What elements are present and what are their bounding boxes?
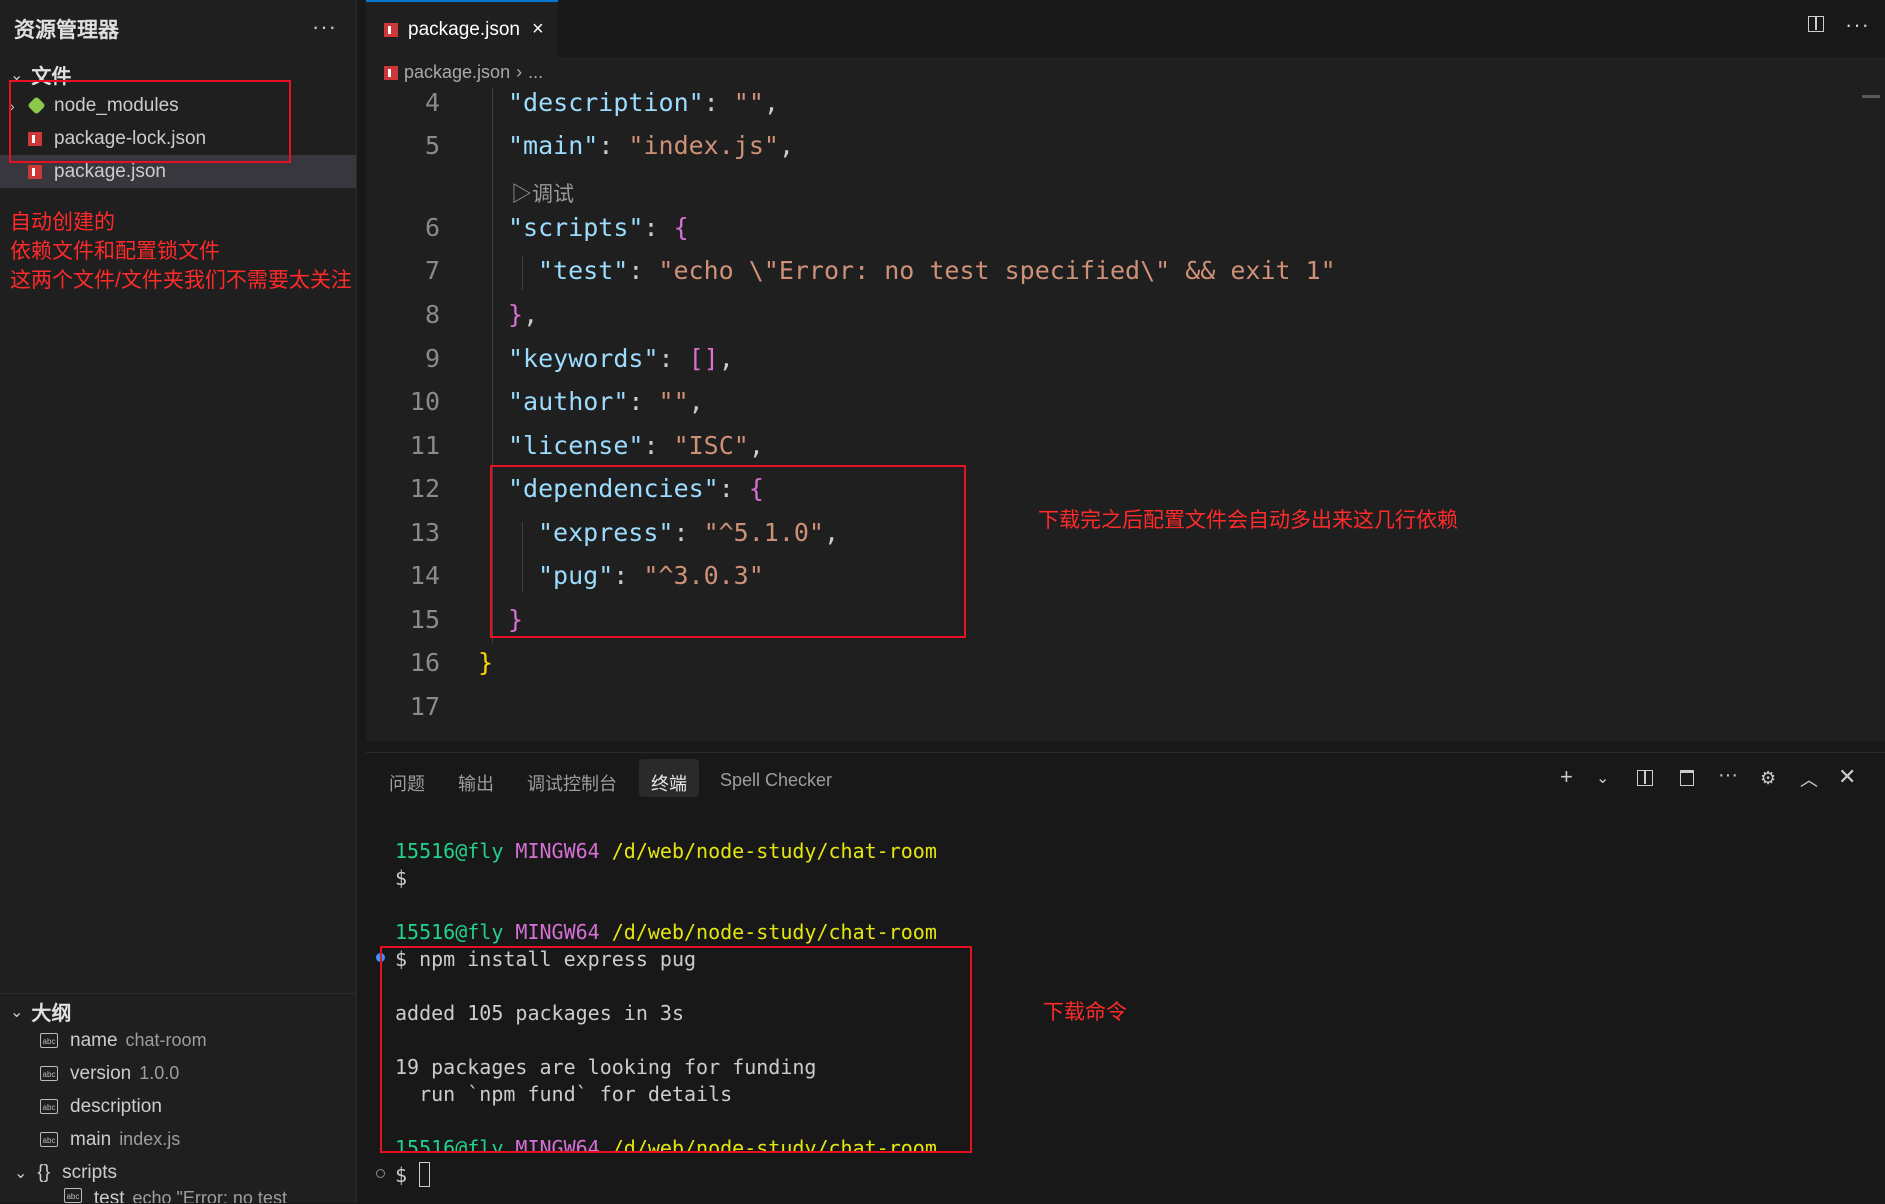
outline-item-scripts[interactable]: ⌄ {} scripts [14,1156,117,1189]
line-number: 5 [424,131,440,160]
tree-item-label: package.json [54,160,166,182]
chevron-right-icon: › [516,62,523,82]
string-icon: abc [40,1033,58,1048]
code-line-6: "scripts": { [508,213,689,242]
line-number: 9 [424,344,440,373]
line-number: 10 [409,387,440,416]
code-line-16: } [478,648,494,677]
terminal-line: 15516@fly MINGW64 /d/web/node-study/chat… [395,839,937,863]
code-line-4: "description": "", [508,88,779,117]
debug-codelens[interactable]: ▷调试 [511,178,574,208]
line-number: 4 [424,88,440,117]
line-number: 8 [424,300,440,329]
maximize-icon[interactable]: ︿ [1800,766,1818,792]
breadcrumb-file[interactable]: package.json [404,62,510,83]
indent-guide [522,256,523,290]
code-line-8: }, [508,300,539,329]
outline-item-main[interactable]: abc main index.js [40,1123,180,1156]
code-line-9: "keywords": [], [508,344,734,373]
tab-package-json[interactable]: package.json × [366,0,558,57]
close-icon[interactable]: × [532,18,544,41]
annotation-box-dependencies [490,465,966,638]
braces-icon: {} [37,1161,51,1183]
line-number: 17 [409,692,440,721]
tab-spell-checker[interactable]: Spell Checker [720,770,832,791]
outline-section-label: 大纲 [31,1003,72,1025]
breadcrumb: package.json › ... [384,62,543,83]
terminal-line: $ [395,866,408,890]
code-line-7: "test": "echo \"Error: no test specified… [538,256,1336,285]
line-number: 13 [409,518,440,547]
editor-tab-bar [366,0,1885,57]
command-decoration-icon[interactable] [376,1169,385,1178]
annotation-note-files: 自动创建的 依赖文件和配置锁文件 这两个文件/文件夹我们不需要太关注 [10,211,352,292]
tab-output[interactable]: 输出 [458,770,494,796]
terminal-line: 15516@fly MINGW64 /d/web/node-study/chat… [395,920,937,944]
annotation-note-dependencies: 下载完之后配置文件会自动多出来这几行依赖 [1038,509,1458,532]
string-icon: abc [64,1188,82,1203]
tab-problems[interactable]: 问题 [389,770,425,796]
string-icon: abc [40,1099,58,1114]
terminal-cursor[interactable] [419,1162,430,1187]
chevron-down-icon[interactable]: ⌄ [1596,768,1609,788]
explorer-sidebar: 资源管理器 ··· ⌄ 文件 › node_modules package-lo… [0,0,357,1203]
annotation-box-command [380,946,972,1153]
chevron-down-icon: ⌄ [14,1164,28,1182]
tab-debug-console[interactable]: 调试控制台 [527,770,617,796]
more-icon[interactable]: ··· [1718,764,1738,787]
string-icon: abc [40,1066,58,1081]
line-number: 12 [409,474,440,503]
terminal-prompt: $ [395,1163,408,1187]
outline-item-name[interactable]: abc name chat-room [40,1024,207,1057]
line-number: 16 [409,648,440,677]
chevron-down-icon: ⌄ [10,1003,24,1021]
outline-item-test[interactable]: abc test echo "Error: no test specifi... [64,1188,356,1203]
string-icon: abc [40,1132,58,1147]
line-number: 15 [409,605,440,634]
divider [0,993,356,994]
split-terminal-icon[interactable] [1637,770,1653,786]
code-line-5: "main": "index.js", [508,131,794,160]
minimap-marker [1862,95,1880,98]
editor-more-icon[interactable]: ··· [1845,12,1870,38]
settings-icon[interactable]: ⚙ [1760,768,1776,789]
breadcrumb-more[interactable]: ... [528,62,543,83]
close-icon[interactable]: ✕ [1838,764,1856,790]
outline-item-version[interactable]: abc version 1.0.0 [40,1057,179,1090]
line-number: 7 [424,256,440,285]
line-number: 6 [424,213,440,242]
outline-item-description[interactable]: abc description [40,1090,162,1123]
tab-label: package.json [408,18,520,40]
line-number: 14 [409,561,440,590]
line-number: 11 [409,431,440,460]
annotation-note-command: 下载命令 [1043,1001,1127,1024]
code-line-10: "author": "", [508,387,704,416]
annotation-box-files [9,80,291,163]
split-editor-icon[interactable] [1808,16,1824,32]
more-actions-icon[interactable]: ··· [312,14,337,40]
npm-icon [384,65,398,80]
npm-icon [28,164,42,179]
outline-section-header[interactable]: ⌄ 大纲 [10,997,71,1026]
trash-icon[interactable] [1680,770,1694,786]
sidebar-title: 资源管理器 [14,19,119,42]
code-line-11: "license": "ISC", [508,431,764,460]
add-terminal-icon[interactable]: + [1560,764,1573,790]
tab-terminal[interactable]: 终端 [651,770,687,796]
npm-icon [384,22,398,37]
